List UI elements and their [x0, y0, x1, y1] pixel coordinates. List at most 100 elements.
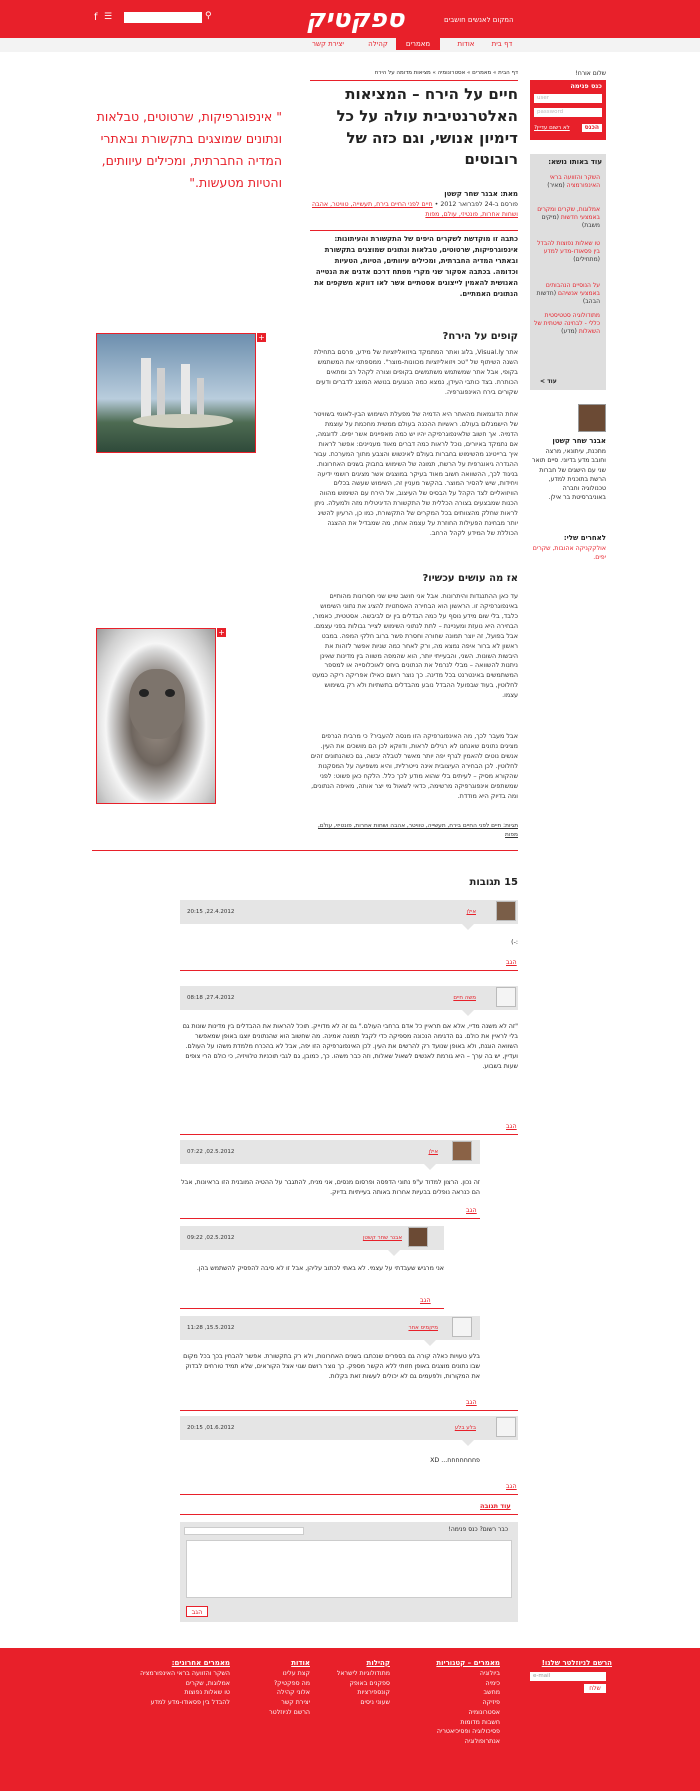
article-paragraph: עד כאן ההתנגדות והיתרונות. אבל אני חושב … — [312, 592, 518, 700]
related-title: עוד באותו נושא: — [548, 158, 602, 166]
footer-link[interactable]: מתודולוגיות לישראל — [320, 1669, 390, 1679]
newsletter-email-input[interactable]: e-mail — [530, 1672, 606, 1681]
name-input[interactable] — [184, 1527, 304, 1535]
comments-title: 15 תגובות — [469, 877, 519, 888]
main-nav — [0, 38, 700, 52]
avatar — [452, 1317, 472, 1337]
avatar — [496, 901, 516, 921]
avatar — [496, 987, 516, 1007]
footer-link[interactable]: יצירת קשר — [240, 1698, 310, 1708]
author-more-links[interactable]: אולקקניקה אהובות, שקרים יפים. — [530, 544, 606, 563]
footer-link[interactable]: קונספירציות — [320, 1688, 390, 1698]
search-icon[interactable]: ⚲ — [205, 10, 212, 22]
section-title: קופים על הירח? — [442, 331, 518, 342]
footer-link[interactable]: טו שאלות נפוצות — [130, 1688, 230, 1698]
more-comments-link[interactable]: עוד תגובה — [480, 1502, 511, 1511]
password-input[interactable]: password — [534, 108, 602, 117]
comment-date: 08:18 ,27.4.2012 — [187, 995, 235, 1001]
greeting: שלום אורח! — [575, 70, 606, 77]
footer-link[interactable]: אסטרונומיה — [400, 1708, 500, 1718]
comment-header: 09:22 ,02.5.2012 אבנר שחר קשטן — [180, 1226, 444, 1256]
article-lead: כתבה זו מוקדשת לשקרים היפים של התקשורת ו… — [314, 235, 518, 298]
footer-column-recent: מאמרים אחרונים: השקר והזוועה בראי האינפו… — [130, 1658, 230, 1708]
reply-button[interactable]: הגב — [506, 958, 517, 967]
comment-textarea[interactable] — [186, 1540, 512, 1598]
footer-column-title: מאמרים אחרונים: — [171, 1659, 230, 1667]
footer-link[interactable]: אלוני קהילה — [240, 1688, 310, 1698]
article-paragraph: אבל מעבר לכך, מה האינפוגרפיקה הזו מנסה ל… — [310, 732, 518, 800]
username-input[interactable]: user — [534, 94, 602, 103]
article-image-space-monkey[interactable] — [96, 628, 216, 804]
footer-column-title: קהילות — [366, 1659, 390, 1667]
footer-link[interactable]: חשבות מדומות — [400, 1718, 500, 1728]
pull-quote: " אינפוגרפיקות, שרטוטים, טבלאות ונתונים … — [96, 109, 282, 190]
article-meta: פורסם ב-24 לפברואר 2012 • חיים לפני החיי… — [312, 201, 518, 218]
related-item[interactable]: אמלוגות, שקרים ומקרים באמצעי חדשות (מיקי… — [532, 206, 600, 229]
submit-comment-button[interactable]: הגב — [186, 1606, 208, 1617]
footer-link[interactable]: השקר והזוועה בראי האינפורמציה — [130, 1669, 230, 1679]
tab-community[interactable]: קהילה — [356, 40, 400, 49]
related-item[interactable]: על הנוסיים הנהבותים באמצעי אנשיהם (חדשות… — [532, 282, 600, 305]
register-link[interactable]: לא רשום עדיין? — [534, 125, 570, 132]
comment-form-label: כבר רשום? כנס פנימה! — [448, 1526, 508, 1533]
site-header: f ☰ ⚲ ספקטיק המקום לאנשים חושבים — [0, 0, 700, 38]
comment-header: 07:22 ,02.5.2012 אילן — [180, 1140, 480, 1170]
site-logo[interactable]: ספקטיק — [306, 4, 404, 34]
comment-text: פחחחחחחח... XD — [430, 1457, 480, 1464]
reply-button[interactable]: הגב — [506, 1122, 517, 1131]
footer-link[interactable]: פסיכולוגיה ופסיכיאטריה — [400, 1727, 500, 1737]
divider — [310, 230, 518, 231]
reply-button[interactable]: הגב — [466, 1398, 477, 1407]
comment-author[interactable]: אילן — [466, 909, 476, 916]
facebook-icon[interactable]: f — [94, 11, 98, 25]
tab-about[interactable]: אודות — [444, 40, 488, 49]
footer-link[interactable]: מה ספקטיק? — [240, 1679, 310, 1689]
related-more-link[interactable]: עוד > — [540, 378, 557, 386]
article-image-moon-virtual-world[interactable] — [96, 333, 256, 453]
site-tagline: המקום לאנשים חושבים — [444, 16, 514, 24]
expand-image-icon[interactable]: + — [217, 628, 226, 637]
divider — [180, 1218, 480, 1219]
footer-link[interactable]: ביולוגיה — [400, 1669, 500, 1679]
rss-icon[interactable]: ☰ — [104, 11, 112, 23]
related-item[interactable]: טו שאלות נפוצות להבדל בין פסאודו-מדע למד… — [532, 240, 600, 263]
footer-link[interactable]: קצת עלינו — [240, 1669, 310, 1679]
breadcrumb[interactable]: דף הבית » מאמרים » אסטרונומיה » מציאות מ… — [310, 70, 518, 77]
comment-author[interactable]: בלע בלע — [455, 1425, 476, 1432]
reply-button[interactable]: הגב — [420, 1296, 431, 1305]
newsletter-submit-button[interactable]: שלח — [584, 1684, 606, 1693]
comment-author[interactable]: מיקמיס אחר — [408, 1325, 438, 1332]
comment-date: 20:15 ,01.6.2012 — [187, 1425, 235, 1431]
site-footer: הרשם לניוזלטר שלנו! e-mail שלח מאמרים – … — [0, 1648, 700, 1791]
footer-column-communities: קהילות מתודולוגיות לישראל ספקנים באופק ק… — [320, 1658, 390, 1708]
avatar — [496, 1417, 516, 1437]
footer-link[interactable]: כימיה — [400, 1679, 500, 1689]
avatar — [408, 1227, 428, 1247]
footer-link[interactable]: הרשם לניוזלטר — [240, 1708, 310, 1718]
divider — [92, 850, 518, 851]
footer-link[interactable]: להבדל בין פסאודו-מדע למדע — [130, 1698, 230, 1708]
footer-link[interactable]: שעוני ניסים — [320, 1698, 390, 1708]
related-item[interactable]: השקר והזוועה בראי האינפורמציה (מאיר) — [532, 174, 600, 190]
comment-author[interactable]: משה חיים — [453, 995, 476, 1002]
article-paragraph: אתר Visual.ly, בלוג ואתר המתמקד בויזואלי… — [314, 348, 518, 396]
reply-button[interactable]: הגב — [506, 1482, 517, 1491]
expand-image-icon[interactable]: + — [257, 333, 266, 342]
author-avatar — [578, 404, 606, 432]
footer-link[interactable]: אנתרופולוגיה — [400, 1737, 500, 1747]
article-footer-tags[interactable]: תגיות: חיים לפני החיים בירח, תעשייה, טוו… — [310, 822, 518, 840]
divider — [180, 1308, 444, 1309]
comment-author[interactable]: אבנר שחר קשטן — [363, 1235, 402, 1242]
search-input[interactable] — [124, 12, 202, 23]
tab-contact[interactable]: יצירת קשר — [306, 40, 350, 49]
footer-link[interactable]: אמלוגות, שקרים — [130, 1679, 230, 1689]
comment-author[interactable]: אילן — [428, 1149, 438, 1156]
footer-link[interactable]: מחשב — [400, 1688, 501, 1698]
login-button[interactable]: הכנס — [581, 124, 602, 133]
section-title: אז מה עושים עכשיו? — [422, 573, 518, 584]
reply-button[interactable]: הגב — [466, 1206, 477, 1215]
footer-link[interactable]: ספקנים באופק — [320, 1679, 390, 1689]
footer-link[interactable]: פיזיקה — [400, 1698, 500, 1708]
related-item[interactable]: מתודולוגיה סטטיסטית כללי - לבחינה שיטתית… — [532, 312, 600, 335]
tab-articles[interactable]: מאמרים — [396, 38, 440, 50]
